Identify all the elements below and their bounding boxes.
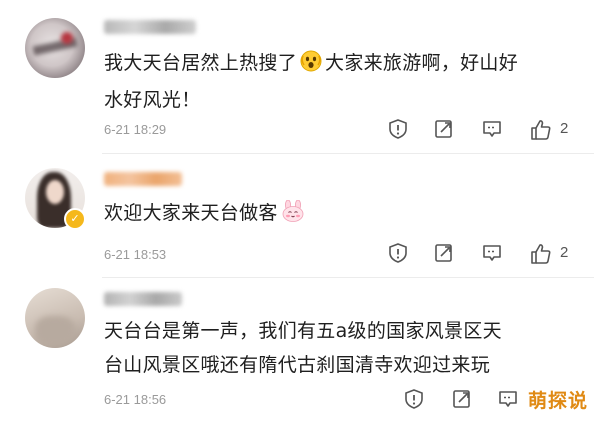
comment-actions: 2 [385,118,585,142]
comment-item: 我大天台居然上热搜了 大家来旅游啊，好山好 水好风光！ 6-21 18:29 2 [0,0,594,140]
comment-content: 欢迎大家来天台做客 [104,196,574,233]
comment-reply-icon[interactable] [497,388,519,410]
verified-badge-icon: ✓ [64,208,86,230]
comment-item: ✓ 欢迎大家来天台做客 6-21 18:53 2 [0,154,594,274]
avatar[interactable] [25,288,85,348]
comment-timestamp: 6-21 18:56 [104,392,167,407]
comment-timestamp: 6-21 18:29 [104,122,167,137]
username-redacted[interactable] [104,292,182,306]
report-icon[interactable] [403,388,425,410]
comment-item: 天台台是第一声，我们有五a级的国家风景区天 台山风景区哦还有隋代古刹国清寺欢迎过… [0,278,594,421]
username-redacted[interactable] [104,20,196,34]
repost-icon[interactable] [451,388,473,410]
comment-timestamp: 6-21 18:53 [104,247,167,262]
comment-content: 我大天台居然上热搜了 大家来旅游啊，好山好 水好风光！ [104,46,574,117]
report-icon[interactable] [387,242,409,264]
comment-reply-icon[interactable] [481,242,503,264]
comments-screen: { "comments": [ { "content_line1": "我大天台… [0,0,594,421]
like-icon[interactable] [529,242,553,266]
avatar[interactable] [25,18,85,78]
like-count: 2 [560,244,569,261]
comment-actions: 2 [385,242,585,266]
scared-face-emoji [300,49,322,83]
report-icon[interactable] [387,118,409,140]
watermark: 萌探说 [527,390,588,412]
like-count: 2 [560,120,569,137]
comment-reply-icon[interactable] [481,118,503,140]
repost-icon[interactable] [433,242,455,264]
bunny-face-emoji [281,199,305,233]
like-icon[interactable] [529,118,553,142]
repost-icon[interactable] [433,118,455,140]
username-redacted[interactable] [104,172,182,186]
comment-content: 天台台是第一声，我们有五a级的国家风景区天 台山风景区哦还有隋代古刹国清寺欢迎过… [104,320,502,376]
